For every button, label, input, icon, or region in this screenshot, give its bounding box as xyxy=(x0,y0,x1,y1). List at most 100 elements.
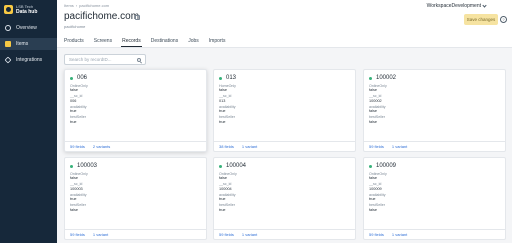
field-value: true xyxy=(219,109,226,113)
search-icon[interactable] xyxy=(137,57,141,62)
fields-link[interactable]: 59 fields xyxy=(369,144,384,149)
page-header: Items › pacifichome.com pacifichome.com pa… xyxy=(57,0,512,48)
integrations-icon xyxy=(4,56,12,64)
status-dot-icon xyxy=(219,76,222,80)
overview-icon xyxy=(5,25,11,31)
record-title: 100009 xyxy=(369,162,500,170)
field-value: false xyxy=(369,88,378,92)
field-value: false xyxy=(369,176,378,180)
record-footer: 38 fields 1 variant xyxy=(214,141,355,151)
fields-link[interactable]: 59 fields xyxy=(369,232,384,237)
record-id: 013 xyxy=(226,75,237,81)
breadcrumb: Items › pacifichome.com xyxy=(64,3,109,8)
field-value: 100003 xyxy=(70,186,83,191)
record-title: 006 xyxy=(70,74,201,82)
sidebar-item-integrations[interactable]: Integrations xyxy=(0,54,57,66)
tab-jobs[interactable]: Jobs xyxy=(188,37,199,47)
record-id: 006 xyxy=(77,75,88,81)
variants-link[interactable]: 1 variant xyxy=(392,144,407,149)
field-value: false xyxy=(369,109,378,113)
field-value: false xyxy=(219,176,228,180)
field-value: 100004 xyxy=(219,186,232,191)
record-title: 100003 xyxy=(70,162,201,170)
field-value: false xyxy=(369,119,378,124)
record-id: 100003 xyxy=(77,163,98,169)
tab-destinations[interactable]: Destinations xyxy=(151,37,179,47)
brand-org: LSB Tech xyxy=(16,3,34,9)
record-footer: 59 fields 1 variant xyxy=(65,229,206,239)
field-value: true xyxy=(70,119,77,124)
search-input[interactable] xyxy=(69,57,135,62)
field-value: false xyxy=(70,176,79,180)
sidebar-item-items[interactable]: Items xyxy=(0,38,57,50)
field-value: false xyxy=(219,88,228,92)
field-value: 013 xyxy=(219,98,226,103)
page-title: pacifichome.com xyxy=(64,11,140,22)
fields-link[interactable]: 38 fields xyxy=(219,144,234,149)
field-value: true xyxy=(219,207,226,212)
variants-link[interactable]: 1 variant xyxy=(242,232,257,237)
help-icon[interactable]: ? xyxy=(500,16,507,23)
tab-screens[interactable]: Screens xyxy=(94,37,112,47)
field-value: 100009 xyxy=(369,186,382,191)
fields-link[interactable]: 59 fields xyxy=(70,144,85,149)
logo-icon xyxy=(4,5,13,14)
sidebar-item-label: Items xyxy=(16,41,29,47)
chevron-down-icon[interactable] xyxy=(482,3,487,8)
status-dot-icon xyxy=(70,76,73,80)
tab-imports[interactable]: Imports xyxy=(209,37,226,47)
record-footer: 59 fields 2 variants xyxy=(65,141,206,151)
sidebar: LSB Tech Data hub Overview Items Integra… xyxy=(0,0,57,243)
tab-products[interactable]: Products xyxy=(64,37,84,47)
field-value: false xyxy=(70,88,79,92)
record-title: 013 xyxy=(219,74,350,82)
workspace-selector[interactable]: WorkspaceDevelopment xyxy=(427,3,481,9)
save-changes-button[interactable]: Save changes xyxy=(464,14,498,25)
field-value: false xyxy=(70,207,79,212)
edit-icon[interactable] xyxy=(135,15,140,20)
fields-link[interactable]: 59 fields xyxy=(219,232,234,237)
brand[interactable]: LSB Tech Data hub xyxy=(0,0,57,15)
field-value: true xyxy=(369,197,376,201)
status-dot-icon xyxy=(70,164,73,168)
breadcrumb-items[interactable]: Items xyxy=(64,3,74,8)
record-footer: 59 fields 1 variant xyxy=(214,229,355,239)
sidebar-item-label: Integrations xyxy=(16,57,43,63)
field-value: true xyxy=(219,119,226,124)
status-dot-icon xyxy=(219,164,222,168)
record-title: 100004 xyxy=(219,162,350,170)
variants-link[interactable]: 1 variant xyxy=(242,144,257,149)
record-card[interactable]: 006 OnlineOnly false __sc_id 006 availability… xyxy=(64,69,207,152)
variants-link[interactable]: 2 variants xyxy=(93,144,110,149)
sidebar-item-label: Overview xyxy=(16,25,37,31)
field-value: true xyxy=(219,197,226,201)
variants-link[interactable]: 1 variant xyxy=(392,232,407,237)
record-card[interactable]: 100002 OnlineOnly false __sc_id 100002 availa… xyxy=(363,69,506,152)
sidebar-item-overview[interactable]: Overview xyxy=(0,22,57,34)
record-footer: 59 fields 1 variant xyxy=(364,141,505,151)
status-dot-icon xyxy=(369,164,372,168)
record-card[interactable]: 013 HomeOnly false __sc_id 013 availability tr… xyxy=(213,69,356,152)
tab-bar: Products Screens Records Destinations Jo… xyxy=(64,37,235,47)
record-card[interactable]: 100003 OnlineOnly false __sc_id 100003 availa… xyxy=(64,157,207,240)
record-card[interactable]: 100004 OnlineOnly false __sc_id 100004 availa… xyxy=(213,157,356,240)
tab-records[interactable]: Records xyxy=(121,37,142,47)
breadcrumb-separator: › xyxy=(75,3,78,8)
variants-link[interactable]: 1 variant xyxy=(93,232,108,237)
record-id: 100004 xyxy=(226,163,247,169)
brand-name: Data hub xyxy=(16,8,38,15)
fields-link[interactable]: 59 fields xyxy=(70,232,85,237)
breadcrumb-current: pacifichome.com xyxy=(79,3,110,8)
field-value: true xyxy=(70,109,77,113)
field-value: false xyxy=(369,207,378,212)
field-value: 100002 xyxy=(369,98,382,103)
search-box xyxy=(64,54,146,65)
items-icon xyxy=(5,41,11,47)
status-dot-icon xyxy=(369,76,372,80)
record-id: 100002 xyxy=(376,75,397,81)
field-value: 006 xyxy=(70,98,77,103)
field-value: true xyxy=(70,197,77,201)
record-card[interactable]: 100009 OnlineOnly false __sc_id 100009 availa… xyxy=(363,157,506,240)
record-id: 100009 xyxy=(376,163,397,169)
page-subtitle: pacifichome xyxy=(64,24,86,29)
